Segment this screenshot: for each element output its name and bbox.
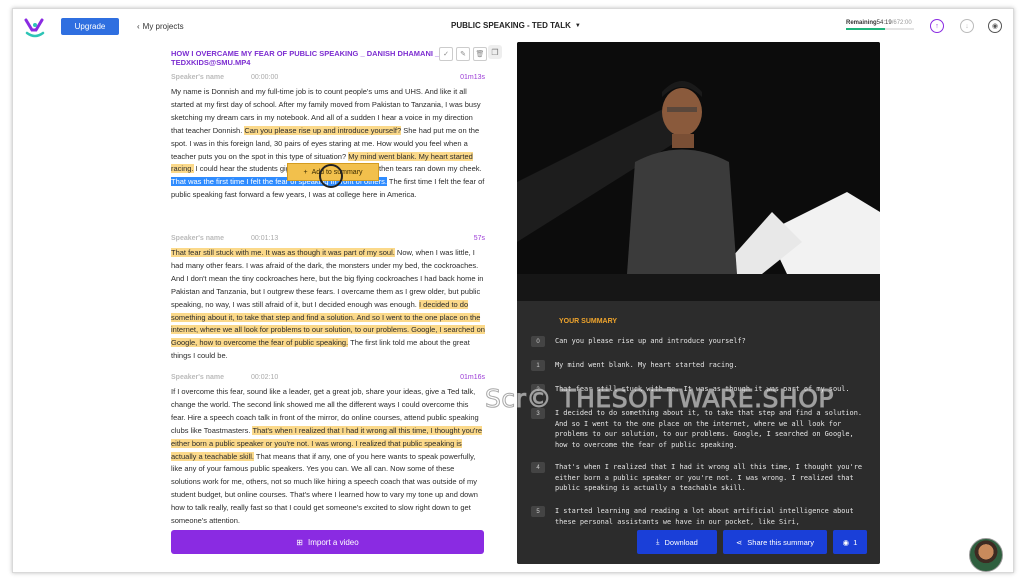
presenter-avatar[interactable] xyxy=(969,538,1003,572)
import-video-label: Import a video xyxy=(308,537,359,547)
remaining-total: /672:00 xyxy=(891,20,912,26)
section-timestamp: 00:01:13 xyxy=(251,235,279,242)
transcript-text[interactable]: That means that if any, one of you here … xyxy=(171,452,478,526)
views-count: 1 xyxy=(853,537,858,547)
watermark-text: Scr© THESOFTWARE.SHOP xyxy=(485,384,834,414)
transcript-panel: HOW I OVERCAME MY FEAR OF PUBLIC SPEAKIN… xyxy=(171,45,502,525)
file-title: HOW I OVERCAME MY FEAR OF PUBLIC SPEAKIN… xyxy=(171,49,440,67)
remaining-progress-bar xyxy=(846,28,914,30)
my-projects-label: My projects xyxy=(142,22,184,31)
remaining-label: Remaining xyxy=(846,20,877,26)
summary-item-text: I decided to do something about it, to t… xyxy=(555,409,867,449)
section-duration: 57s xyxy=(473,235,485,242)
summary-item-text: That's when I realized that I had it wro… xyxy=(555,463,867,492)
views-button[interactable]: ◉ 1 xyxy=(833,530,867,554)
transcript-section: Speaker's name 00:02:10 01m16s If I over… xyxy=(171,374,485,528)
caret-down-icon: ▼ xyxy=(574,22,581,29)
summary-item[interactable]: 4 That's when I realized that I had it w… xyxy=(531,462,871,494)
download-icon: ⤓ xyxy=(656,537,660,546)
section-duration: 01m16s xyxy=(460,374,485,381)
transcript-section: Speaker's name 00:01:13 57s That fear st… xyxy=(171,235,485,363)
plus-square-icon: ⊞ xyxy=(296,537,303,547)
video-controls[interactable] xyxy=(517,274,880,301)
check-icon[interactable]: ✓ xyxy=(439,47,453,61)
video-summary-panel: YOUR SUMMARY 0 Can you please rise up an… xyxy=(517,42,880,564)
eye-icon: ◉ xyxy=(842,537,850,547)
section-duration: 01m13s xyxy=(460,74,485,81)
summary-item-number: 4 xyxy=(531,462,545,473)
speaker-name-field[interactable]: Speaker's name xyxy=(171,235,224,242)
summary-item-number: 0 xyxy=(531,336,545,347)
edit-icon[interactable]: ✎ xyxy=(456,47,470,61)
my-projects-link[interactable]: ‹ My projects xyxy=(137,22,184,31)
chevron-left-icon: ‹ xyxy=(137,22,140,31)
summary-item-text: Can you please rise up and introduce you… xyxy=(555,337,746,345)
remaining-value: 54:19 xyxy=(876,20,892,26)
summary-item[interactable]: 1 My mind went blank. My heart started r… xyxy=(531,360,871,371)
upload-icon[interactable]: ↑ xyxy=(930,19,944,33)
app-window: Upgrade ‹ My projects PUBLIC SPEAKING - … xyxy=(12,8,1014,573)
share-label: Share this summary xyxy=(747,537,814,547)
video-player[interactable] xyxy=(517,42,880,274)
transcript-paragraph[interactable]: If I overcome this fear, sound like a le… xyxy=(171,386,485,528)
app-logo[interactable] xyxy=(23,17,47,39)
user-account-icon[interactable]: ◉ xyxy=(988,19,1002,33)
download-button[interactable]: ⤓ Download xyxy=(637,530,717,554)
summary-item[interactable]: 3 I decided to do something about it, to… xyxy=(531,408,871,450)
download-label: Download xyxy=(664,537,698,547)
share-icon: ⋖ xyxy=(736,537,743,547)
summary-item[interactable]: 0 Can you please rise up and introduce y… xyxy=(531,336,871,347)
import-video-button[interactable]: ⊞ Import a video xyxy=(171,530,484,554)
summary-item-number: 1 xyxy=(531,360,545,371)
summary-item-text: My mind went blank. My heart started rac… xyxy=(555,361,738,369)
transcript-paragraph[interactable]: That fear still stuck with me. It was as… xyxy=(171,247,485,363)
summary-heading: YOUR SUMMARY xyxy=(559,318,618,325)
speaker-name-field[interactable]: Speaker's name xyxy=(171,374,224,381)
plus-icon: + xyxy=(303,168,308,176)
copy-icon[interactable]: ❐ xyxy=(488,45,502,59)
title-edit-tools: ✓ ✎ 🗑 xyxy=(439,47,487,61)
upgrade-button[interactable]: Upgrade xyxy=(61,18,119,35)
trash-icon[interactable]: 🗑 xyxy=(473,47,487,61)
remaining-time: Remaining54:19/672:00 xyxy=(846,20,912,26)
cursor-highlight xyxy=(319,164,343,188)
summary-item-number: 5 xyxy=(531,506,545,517)
highlighted-text[interactable]: That fear still stuck with me. It was as… xyxy=(171,248,395,257)
video-frame xyxy=(517,81,880,274)
project-title: PUBLIC SPEAKING - TED TALK xyxy=(451,21,571,30)
project-title-dropdown[interactable]: PUBLIC SPEAKING - TED TALK ▼ xyxy=(451,21,581,30)
remaining-progress-fill xyxy=(846,28,886,30)
section-timestamp: 00:00:00 xyxy=(251,74,279,81)
section-timestamp: 00:02:10 xyxy=(251,374,279,381)
download-circle-icon[interactable]: ↓ xyxy=(960,19,974,33)
speaker-name-field[interactable]: Speaker's name xyxy=(171,74,224,81)
share-summary-button[interactable]: ⋖ Share this summary xyxy=(723,530,827,554)
highlighted-text[interactable]: Can you please rise up and introduce you… xyxy=(244,125,402,135)
